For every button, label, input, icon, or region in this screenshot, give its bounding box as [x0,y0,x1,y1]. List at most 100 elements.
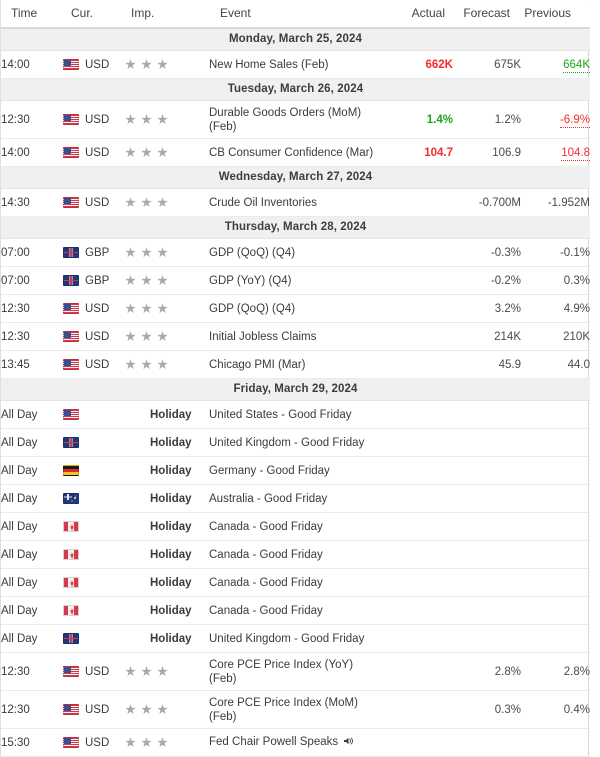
table-row[interactable]: 13:45 USD Chicago PMI (Mar) 45.9 44.0 [1,350,590,379]
actual-value: 104.7 [383,138,453,167]
event-name-cell[interactable]: Canada - Good Friday [209,512,383,541]
table-row[interactable]: 12:30 USD GDP (QoQ) (Q4) 3.2% 4.9% [1,294,590,323]
event-name-cell[interactable]: Canada - Good Friday [209,568,383,597]
event-time: 12:30 [1,690,63,729]
column-header-currency[interactable]: Cur. [63,1,125,29]
actual-value [383,652,453,691]
event-time: 14:00 [1,50,63,79]
speaker-icon[interactable] [343,736,354,750]
importance-cell: Holiday [125,456,209,485]
importance-stars [125,147,209,158]
star-icon [157,114,168,125]
event-name-cell[interactable]: Chicago PMI (Mar) [209,350,383,379]
currency-cell [63,568,125,597]
column-header-forecast[interactable]: Forecast [453,1,521,29]
table-row[interactable]: All Day Holiday Germany - Good Friday [1,456,590,485]
previous-value: -1.952M [521,188,590,217]
table-row[interactable]: All Day Holiday Canada - Good Friday [1,540,590,569]
importance-cell [125,652,209,691]
event-name-cell[interactable]: United States - Good Friday [209,400,383,429]
importance-stars [125,275,209,286]
table-row[interactable]: 14:00 USD New Home Sales (Feb) 662K 675K 664K [1,50,590,79]
importance-cell [125,50,209,79]
event-time: 12:30 [1,652,63,691]
table-row[interactable]: 12:30 USD Durable Goods Orders (MoM) (Feb)… [1,100,590,139]
event-name-cell[interactable]: GDP (QoQ) (Q4) [209,238,383,267]
star-icon [125,114,136,125]
event-name-cell[interactable]: Initial Jobless Claims [209,322,383,351]
event-name-cell[interactable]: GDP (YoY) (Q4) [209,266,383,295]
event-name-cell[interactable]: Durable Goods Orders (MoM) (Feb) [209,100,383,139]
ca-flag-icon [63,577,79,588]
table-row[interactable]: 14:30 USD Crude Oil Inventories -0.700M -1.9… [1,188,590,217]
star-icon [125,359,136,370]
table-header: Time Cur. Imp. Event Actual Forecast Pre… [1,1,590,29]
event-name-cell[interactable]: Germany - Good Friday [209,456,383,485]
forecast-value [453,728,521,757]
event-name-cell[interactable]: Fed Chair Powell Speaks [209,728,383,757]
star-icon [157,147,168,158]
previous-value [521,456,590,485]
forecast-value [453,568,521,597]
table-row[interactable]: All Day Holiday Canada - Good Friday [1,568,590,597]
holiday-badge: Holiday [150,436,192,449]
forecast-value: 1.2% [453,100,521,139]
currency-cell [63,512,125,541]
importance-cell: Holiday [125,512,209,541]
event-time: All Day [1,540,63,569]
previous-value: 664K [521,50,590,79]
table-row[interactable]: All Day Holiday Australia - Good Friday [1,484,590,513]
actual-value [383,624,453,653]
event-name-cell[interactable]: Canada - Good Friday [209,540,383,569]
table-row[interactable]: All Day Holiday Canada - Good Friday [1,596,590,625]
event-name: Core PCE Price Index (MoM) (Feb) [209,696,358,723]
column-header-importance[interactable]: Imp. [125,1,209,29]
table-row[interactable]: All Day Holiday United States - Good Frida… [1,400,590,429]
previous-value-value: 104.8 [561,146,590,161]
currency-cell [63,596,125,625]
column-header-actual[interactable]: Actual [383,1,453,29]
table-row[interactable]: 14:00 USD CB Consumer Confidence (Mar) 104.… [1,138,590,167]
event-time: 12:30 [1,294,63,323]
event-name-cell[interactable]: Core PCE Price Index (MoM) (Feb) [209,690,383,729]
previous-value: 210K [521,322,590,351]
column-header-event[interactable]: Event [209,1,383,29]
event-name-cell[interactable]: United Kingdom - Good Friday [209,428,383,457]
table-row[interactable]: All Day Holiday United Kingdom - Good Frid… [1,624,590,653]
previous-value-value: -1.952M [547,196,590,209]
table-row[interactable]: 15:30 USD Fed Chair Powell Speaks [1,728,590,757]
event-name-cell[interactable]: Canada - Good Friday [209,596,383,625]
event-name-cell[interactable]: United Kingdom - Good Friday [209,624,383,653]
table-row[interactable]: All Day Holiday Canada - Good Friday [1,512,590,541]
table-row[interactable]: 07:00 GBP GDP (QoQ) (Q4) -0.3% -0.1% [1,238,590,267]
date-separator-row: Wednesday, March 27, 2024 [1,166,590,189]
us-flag-icon [63,409,79,420]
table-row[interactable]: 12:30 USD Core PCE Price Index (YoY) (Feb)… [1,652,590,691]
event-name-cell[interactable]: Australia - Good Friday [209,484,383,513]
importance-cell [125,266,209,295]
column-header-previous[interactable]: Previous [521,1,590,29]
column-header-time[interactable]: Time [1,1,63,29]
forecast-value: 106.9 [453,138,521,167]
us-flag-icon [63,59,79,70]
actual-value [383,322,453,351]
actual-value-value: 662K [425,58,454,71]
table-row[interactable]: 12:30 USD Core PCE Price Index (MoM) (Feb)… [1,690,590,729]
event-name: GDP (QoQ) (Q4) [209,302,296,315]
event-name-cell[interactable]: Core PCE Price Index (YoY) (Feb) [209,652,383,691]
event-name-cell[interactable]: CB Consumer Confidence (Mar) [209,138,383,167]
economic-calendar-table: Time Cur. Imp. Event Actual Forecast Pre… [1,1,590,757]
table-row[interactable]: 12:30 USD Initial Jobless Claims 214K 210K [1,322,590,351]
table-row[interactable]: 07:00 GBP GDP (YoY) (Q4) -0.2% 0.3% [1,266,590,295]
previous-value [521,596,590,625]
us-flag-icon [63,303,79,314]
table-row[interactable]: All Day Holiday United Kingdom - Good Frid… [1,428,590,457]
event-name-cell[interactable]: GDP (QoQ) (Q4) [209,294,383,323]
currency-cell: USD [63,294,125,323]
event-name: Canada - Good Friday [209,548,323,561]
event-name-cell[interactable]: Crude Oil Inventories [209,188,383,217]
date-separator-row: Monday, March 25, 2024 [1,27,590,51]
date-label: Thursday, March 28, 2024 [1,216,590,239]
actual-value [383,596,453,625]
event-name-cell[interactable]: New Home Sales (Feb) [209,50,383,79]
